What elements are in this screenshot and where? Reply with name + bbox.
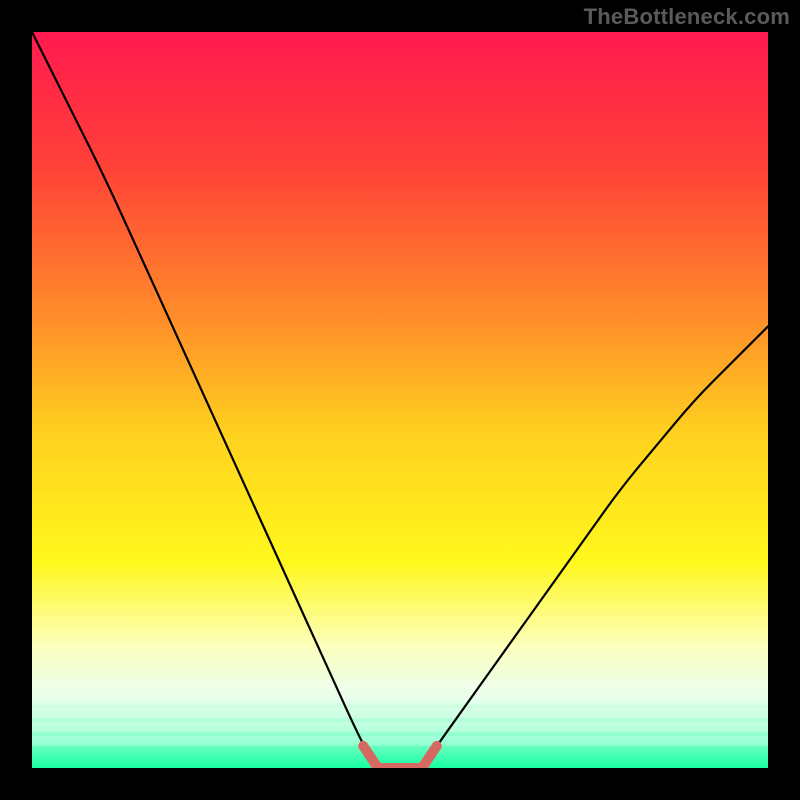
plot-area — [32, 32, 768, 768]
chart-frame: TheBottleneck.com — [0, 0, 800, 800]
gradient-background — [32, 32, 768, 768]
bottom-bands — [32, 680, 768, 746]
watermark-text: TheBottleneck.com — [584, 4, 790, 30]
chart-svg — [32, 32, 768, 768]
